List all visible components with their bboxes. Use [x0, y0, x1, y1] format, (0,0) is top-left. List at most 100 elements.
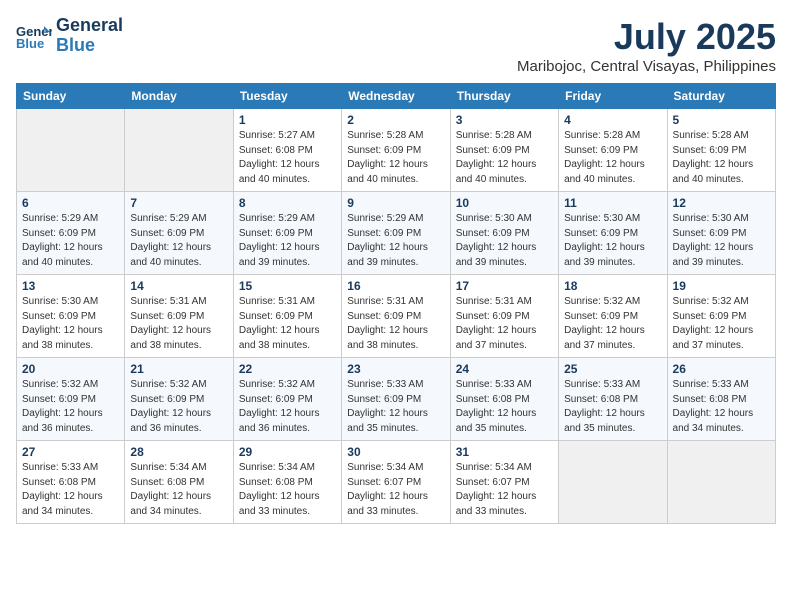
day-info: Sunrise: 5:33 AMSunset: 6:08 PMDaylight:…: [564, 378, 661, 436]
day-number: 30: [347, 445, 444, 459]
day-number: 25: [564, 362, 661, 376]
day-info: Sunrise: 5:31 AMSunset: 6:09 PMDaylight:…: [130, 295, 227, 353]
calendar-cell: 21 Sunrise: 5:32 AMSunset: 6:09 PMDayligh…: [125, 358, 233, 441]
calendar-cell: 26Sunrise: 5:33 AMSunset: 6:08 PMDayligh…: [667, 358, 775, 441]
month-title: July 2025: [517, 16, 776, 58]
calendar-table: SundayMondayTuesdayWednesdayThursdayFrid…: [16, 83, 776, 524]
calendar-cell: 17 Sunrise: 5:31 AMSunset: 6:09 PMDayligh…: [450, 275, 558, 358]
day-info: Sunrise: 5:30 AMSunset: 6:09 PMDaylight:…: [456, 212, 553, 270]
weekday-header: Saturday: [667, 84, 775, 109]
day-number: 24: [456, 362, 553, 376]
calendar-cell: 7 Sunrise: 5:29 AMSunset: 6:09 PMDaylight…: [125, 192, 233, 275]
calendar-cell: 22 Sunrise: 5:32 AMSunset: 6:09 PMDayligh…: [233, 358, 341, 441]
calendar-cell: 19 Sunrise: 5:32 AMSunset: 6:09 PMDayligh…: [667, 275, 775, 358]
day-number: 5: [673, 113, 770, 127]
day-info: Sunrise: 5:28 AMSunset: 6:09 PMDaylight:…: [564, 129, 661, 187]
calendar-cell: 30 Sunrise: 5:34 AMSunset: 6:07 PMDayligh…: [342, 441, 450, 524]
day-info: Sunrise: 5:30 AMSunset: 6:09 PMDaylight:…: [564, 212, 661, 270]
day-info: Sunrise: 5:34 AMSunset: 6:08 PMDaylight:…: [239, 461, 336, 519]
logo-text: General Blue: [56, 16, 123, 56]
day-number: 9: [347, 196, 444, 210]
day-number: 1: [239, 113, 336, 127]
page-header: General Blue General Blue July 2025 Mari…: [16, 16, 776, 75]
day-info: Sunrise: 5:33 AMSunset: 6:08 PMDaylight:…: [22, 461, 119, 519]
calendar-cell: 1 Sunrise: 5:27 AMSunset: 6:08 PMDaylight…: [233, 109, 341, 192]
day-number: 11: [564, 196, 661, 210]
logo: General Blue General Blue: [16, 16, 123, 56]
day-info: Sunrise: 5:30 AMSunset: 6:09 PMDaylight:…: [22, 295, 119, 353]
day-number: 19: [673, 279, 770, 293]
day-info: Sunrise: 5:34 AMSunset: 6:07 PMDaylight:…: [347, 461, 444, 519]
day-number: 8: [239, 196, 336, 210]
day-number: 15: [239, 279, 336, 293]
calendar-cell: 10 Sunrise: 5:30 AMSunset: 6:09 PMDayligh…: [450, 192, 558, 275]
calendar-cell: 31 Sunrise: 5:34 AMSunset: 6:07 PMDayligh…: [450, 441, 558, 524]
day-number: 17: [456, 279, 553, 293]
weekday-header: Sunday: [17, 84, 125, 109]
day-number: 20: [22, 362, 119, 376]
calendar-cell: 8Sunrise: 5:29 AMSunset: 6:09 PMDaylight…: [233, 192, 341, 275]
day-number: 7: [130, 196, 227, 210]
day-info: Sunrise: 5:32 AMSunset: 6:09 PMDaylight:…: [130, 378, 227, 436]
day-number: 22: [239, 362, 336, 376]
day-number: 13: [22, 279, 119, 293]
calendar-cell: 12 Sunrise: 5:30 AMSunset: 6:09 PMDayligh…: [667, 192, 775, 275]
day-info: Sunrise: 5:31 AMSunset: 6:09 PMDaylight:…: [456, 295, 553, 353]
calendar-cell: 25 Sunrise: 5:33 AMSunset: 6:08 PMDayligh…: [559, 358, 667, 441]
day-info: Sunrise: 5:28 AMSunset: 6:09 PMDaylight:…: [347, 129, 444, 187]
calendar-cell: 9 Sunrise: 5:29 AMSunset: 6:09 PMDaylight…: [342, 192, 450, 275]
day-number: 4: [564, 113, 661, 127]
weekday-header: Friday: [559, 84, 667, 109]
day-number: 28: [130, 445, 227, 459]
calendar-cell: 2Sunrise: 5:28 AMSunset: 6:09 PMDaylight…: [342, 109, 450, 192]
day-info: Sunrise: 5:32 AMSunset: 6:09 PMDaylight:…: [673, 295, 770, 353]
day-number: 21: [130, 362, 227, 376]
day-info: Sunrise: 5:31 AMSunset: 6:09 PMDaylight:…: [347, 295, 444, 353]
day-info: Sunrise: 5:33 AMSunset: 6:08 PMDaylight:…: [673, 378, 770, 436]
calendar-cell: 23Sunrise: 5:33 AMSunset: 6:09 PMDayligh…: [342, 358, 450, 441]
day-number: 6: [22, 196, 119, 210]
day-info: Sunrise: 5:30 AMSunset: 6:09 PMDaylight:…: [673, 212, 770, 270]
day-info: Sunrise: 5:32 AMSunset: 6:09 PMDaylight:…: [239, 378, 336, 436]
day-info: Sunrise: 5:32 AMSunset: 6:09 PMDaylight:…: [22, 378, 119, 436]
weekday-header: Wednesday: [342, 84, 450, 109]
day-info: Sunrise: 5:32 AMSunset: 6:09 PMDaylight:…: [564, 295, 661, 353]
calendar-week-row: 6 Sunrise: 5:29 AMSunset: 6:09 PMDaylight…: [17, 192, 776, 275]
day-info: Sunrise: 5:31 AMSunset: 6:09 PMDaylight:…: [239, 295, 336, 353]
calendar-cell: 3 Sunrise: 5:28 AMSunset: 6:09 PMDaylight…: [450, 109, 558, 192]
calendar-cell: [667, 441, 775, 524]
calendar-cell: 24 Sunrise: 5:33 AMSunset: 6:08 PMDayligh…: [450, 358, 558, 441]
calendar-cell: 11 Sunrise: 5:30 AMSunset: 6:09 PMDayligh…: [559, 192, 667, 275]
day-info: Sunrise: 5:28 AMSunset: 6:09 PMDaylight:…: [456, 129, 553, 187]
calendar-cell: 28 Sunrise: 5:34 AMSunset: 6:08 PMDayligh…: [125, 441, 233, 524]
calendar-cell: 27Sunrise: 5:33 AMSunset: 6:08 PMDayligh…: [17, 441, 125, 524]
day-number: 14: [130, 279, 227, 293]
day-info: Sunrise: 5:33 AMSunset: 6:08 PMDaylight:…: [456, 378, 553, 436]
day-info: Sunrise: 5:27 AMSunset: 6:08 PMDaylight:…: [239, 129, 336, 187]
weekday-header: Monday: [125, 84, 233, 109]
day-info: Sunrise: 5:29 AMSunset: 6:09 PMDaylight:…: [130, 212, 227, 270]
day-number: 10: [456, 196, 553, 210]
calendar-cell: 15 Sunrise: 5:31 AMSunset: 6:09 PMDayligh…: [233, 275, 341, 358]
day-number: 31: [456, 445, 553, 459]
weekday-header: Tuesday: [233, 84, 341, 109]
day-number: 18: [564, 279, 661, 293]
day-number: 16: [347, 279, 444, 293]
calendar-cell: 14 Sunrise: 5:31 AMSunset: 6:09 PMDayligh…: [125, 275, 233, 358]
day-number: 3: [456, 113, 553, 127]
calendar-cell: [559, 441, 667, 524]
day-info: Sunrise: 5:29 AMSunset: 6:09 PMDaylight:…: [22, 212, 119, 270]
logo-icon: General Blue: [16, 22, 52, 50]
calendar-cell: 13 Sunrise: 5:30 AMSunset: 6:09 PMDayligh…: [17, 275, 125, 358]
calendar-week-row: 13 Sunrise: 5:30 AMSunset: 6:09 PMDayligh…: [17, 275, 776, 358]
day-info: Sunrise: 5:34 AMSunset: 6:08 PMDaylight:…: [130, 461, 227, 519]
location-title: Maribojoc, Central Visayas, Philippines: [517, 58, 776, 75]
day-info: Sunrise: 5:29 AMSunset: 6:09 PMDaylight:…: [347, 212, 444, 270]
day-number: 12: [673, 196, 770, 210]
day-number: 23: [347, 362, 444, 376]
weekday-header: Thursday: [450, 84, 558, 109]
calendar-cell: [125, 109, 233, 192]
day-info: Sunrise: 5:34 AMSunset: 6:07 PMDaylight:…: [456, 461, 553, 519]
day-number: 29: [239, 445, 336, 459]
calendar-cell: 18 Sunrise: 5:32 AMSunset: 6:09 PMDayligh…: [559, 275, 667, 358]
